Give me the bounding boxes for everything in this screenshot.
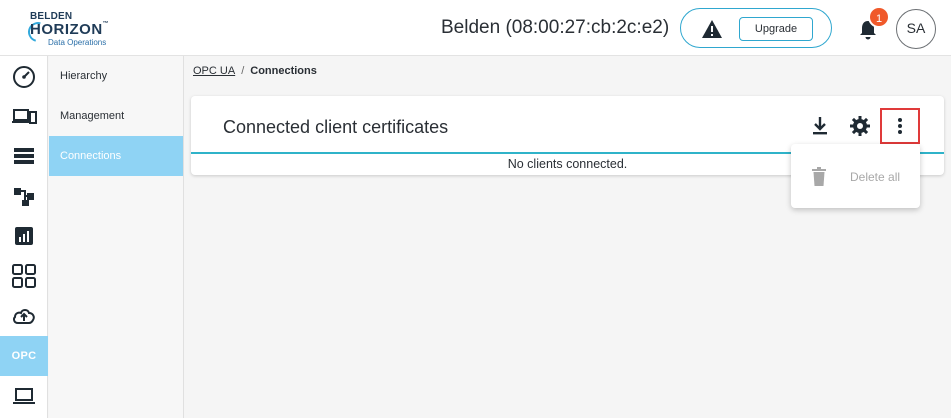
logo-product-text: HORIZON™ (30, 21, 110, 38)
warning-icon (702, 20, 722, 38)
nav-analytics[interactable] (0, 216, 48, 256)
upgrade-button[interactable]: Upgrade (739, 17, 813, 41)
top-header: BELDEN HORIZON™ Data Operations Belden (… (0, 0, 951, 56)
dashboard-gauge-icon (13, 66, 35, 88)
breadcrumb-current: Connections (250, 65, 317, 77)
user-avatar[interactable]: SA (896, 9, 936, 49)
device-title: Belden (08:00:27:cb:2c:e2) (441, 17, 670, 38)
more-options-menu: Delete all (791, 144, 920, 208)
opc-submenu: Hierarchy Management Connections (49, 56, 184, 418)
main-nav-rail: OPC (0, 56, 48, 418)
submenu-item-hierarchy[interactable]: Hierarchy (49, 56, 183, 96)
hierarchy-tree-icon (14, 188, 34, 206)
menu-item-delete-all[interactable]: Delete all (791, 156, 920, 196)
laptop-icon (13, 388, 35, 404)
notification-badge: 1 (868, 6, 890, 28)
nav-dashboard[interactable] (0, 56, 48, 96)
breadcrumb: OPC UA / Connections (193, 65, 317, 77)
menu-item-label: Delete all (850, 170, 901, 184)
nav-apps[interactable] (0, 256, 48, 296)
logo-subtitle: Data Operations (48, 38, 107, 47)
more-options-button[interactable] (880, 108, 920, 144)
nav-cloud[interactable] (0, 296, 48, 336)
submenu-item-management[interactable]: Management (49, 96, 183, 136)
gear-icon (850, 116, 870, 136)
nav-hierarchy[interactable] (0, 176, 48, 216)
belden-horizon-logo[interactable]: BELDEN HORIZON™ Data Operations (24, 10, 118, 48)
submenu-item-connections[interactable]: Connections (49, 136, 183, 176)
upgrade-banner: Upgrade (680, 8, 832, 48)
card-title: Connected client certificates (223, 117, 449, 137)
trash-icon (812, 167, 826, 186)
nav-laptop[interactable] (0, 376, 48, 416)
breadcrumb-link-opc-ua[interactable]: OPC UA (193, 65, 235, 77)
nav-opc[interactable]: OPC (0, 336, 48, 376)
nav-devices[interactable] (0, 96, 48, 136)
nav-opc-label: OPC (11, 350, 37, 362)
breadcrumb-separator: / (241, 65, 245, 77)
analytics-chart-icon (15, 227, 33, 245)
nav-servers[interactable] (0, 136, 48, 176)
download-button[interactable] (808, 114, 832, 138)
apps-grid-icon (12, 264, 36, 288)
devices-icon (12, 109, 37, 124)
more-vertical-icon (898, 118, 902, 134)
server-list-icon (14, 148, 34, 164)
download-icon (813, 117, 827, 135)
settings-button[interactable] (848, 114, 872, 138)
cloud-upload-icon (13, 309, 35, 324)
